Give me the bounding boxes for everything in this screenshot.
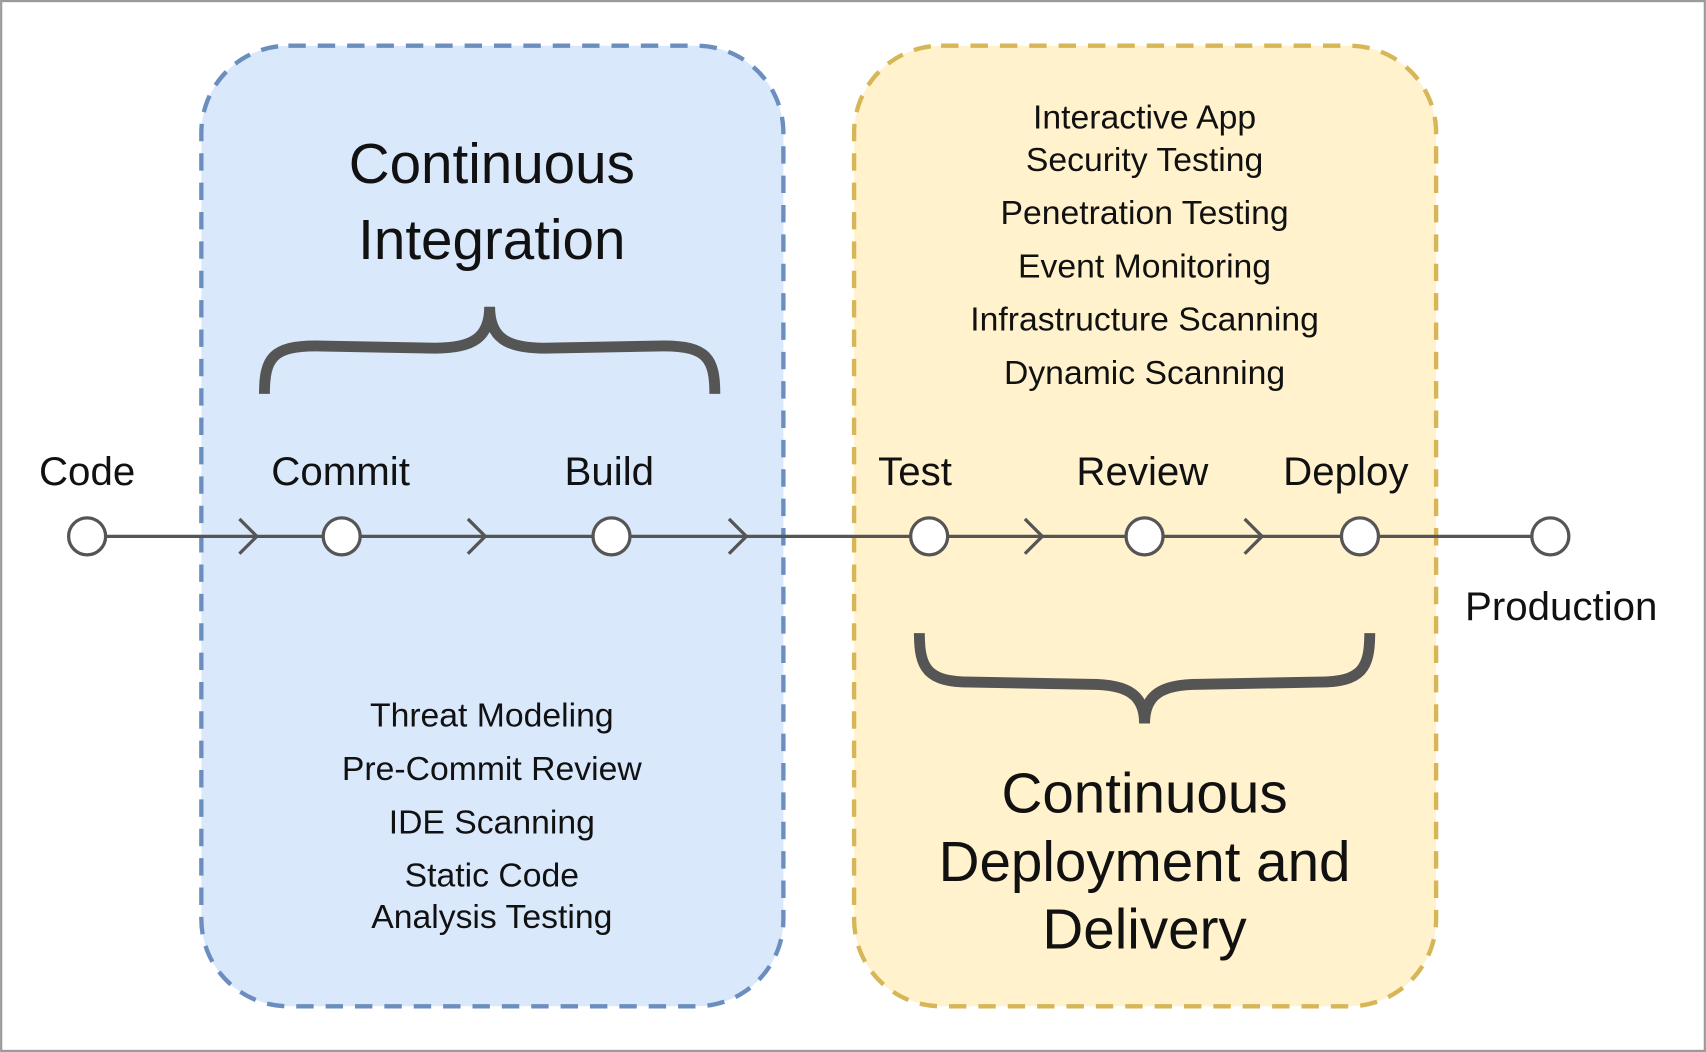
stage-label-test: Test	[878, 449, 952, 494]
cd-item: Security Testing	[1026, 141, 1263, 179]
ci-item: IDE Scanning	[389, 803, 595, 841]
stage-node-review	[1124, 516, 1165, 557]
ci-item: Analysis Testing	[371, 898, 612, 936]
cd-title-line-3: Delivery	[1042, 898, 1247, 961]
stage-node-code	[66, 516, 108, 557]
cd-item: Dynamic Scanning	[1004, 354, 1285, 392]
stage-label-commit: Commit	[271, 449, 410, 494]
stage-node-commit	[321, 516, 362, 557]
ci-item: Threat Modeling	[370, 697, 614, 735]
ci-title-line-1: Continuous	[349, 132, 635, 195]
stage-node-test	[909, 516, 950, 557]
cd-item: Interactive App	[1033, 98, 1256, 136]
stage-label-production: Production	[1465, 584, 1657, 629]
ci-title-line-2: Integration	[358, 208, 625, 271]
cd-item: Infrastructure Scanning	[970, 301, 1319, 339]
stage-label-build: Build	[565, 449, 655, 494]
stage-node-build	[591, 516, 632, 557]
ci-item: Pre-Commit Review	[342, 750, 642, 788]
stage-label-code: Code	[39, 449, 135, 494]
stage-label-deploy: Deploy	[1283, 449, 1409, 494]
cd-item: Event Monitoring	[1018, 247, 1271, 285]
cd-item: Penetration Testing	[1001, 194, 1289, 232]
devsecops-pipeline-diagram: Continuous Integration Threat Modeling P…	[0, 0, 1706, 1052]
stage-node-production	[1530, 516, 1571, 557]
cd-title-line-1: Continuous	[1001, 762, 1287, 825]
stage-node-deploy	[1339, 516, 1381, 557]
stage-label-review: Review	[1076, 449, 1209, 494]
ci-item: Static Code	[405, 857, 579, 895]
cd-title-line-2: Deployment and	[939, 830, 1351, 893]
